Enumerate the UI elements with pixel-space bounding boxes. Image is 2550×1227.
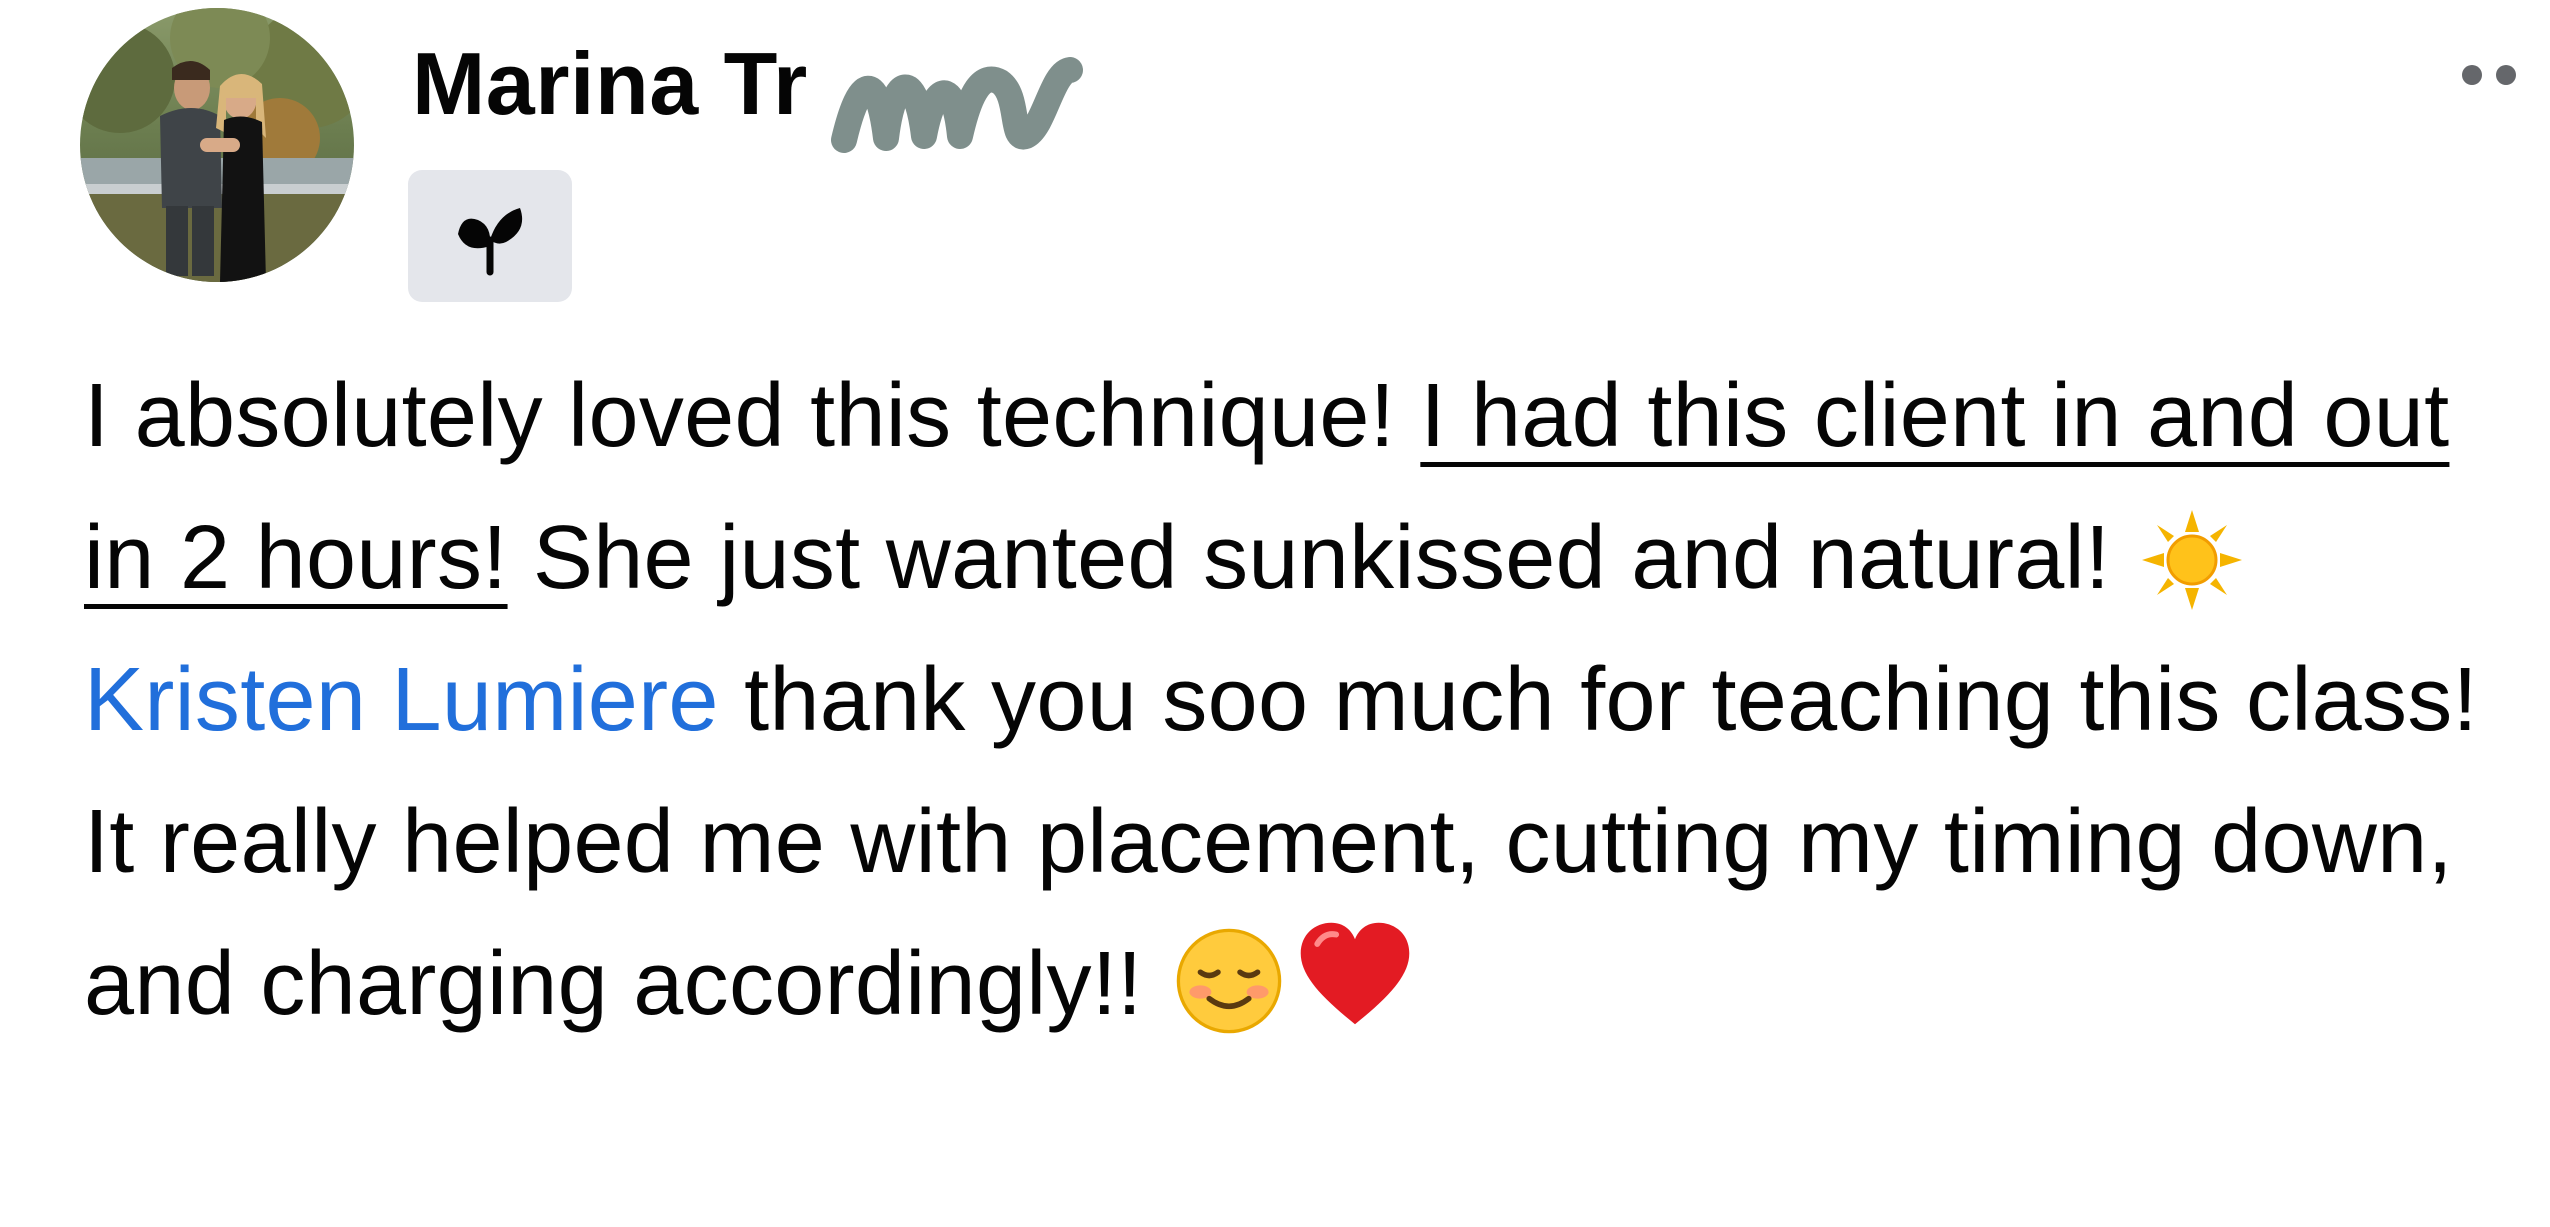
post-body: I absolutely loved this technique! I had… xyxy=(84,345,2504,1055)
post-text-part: She just wanted sunkissed and natural! xyxy=(507,508,2136,608)
post-text-part: I absolutely loved this technique! xyxy=(84,366,1421,466)
more-options-button[interactable] xyxy=(2462,60,2542,90)
red-heart-emoji xyxy=(1296,918,1414,1036)
ellipsis-dot xyxy=(2496,65,2516,85)
profile-photo xyxy=(80,8,354,282)
author-name[interactable]: Marina Tr xyxy=(412,40,808,128)
sun-emoji xyxy=(2141,510,2242,610)
smiling-face-emoji xyxy=(1174,926,1284,1036)
author-avatar[interactable] xyxy=(80,8,354,282)
post-card: Marina Tr I absolutely loved this techni… xyxy=(0,0,2550,1227)
sprout-icon xyxy=(458,208,523,276)
ellipsis-icon xyxy=(2462,65,2482,85)
redaction-scribble xyxy=(830,52,1092,156)
mention-link[interactable]: Kristen Lumiere xyxy=(84,650,719,750)
new-member-badge[interactable] xyxy=(408,170,572,302)
